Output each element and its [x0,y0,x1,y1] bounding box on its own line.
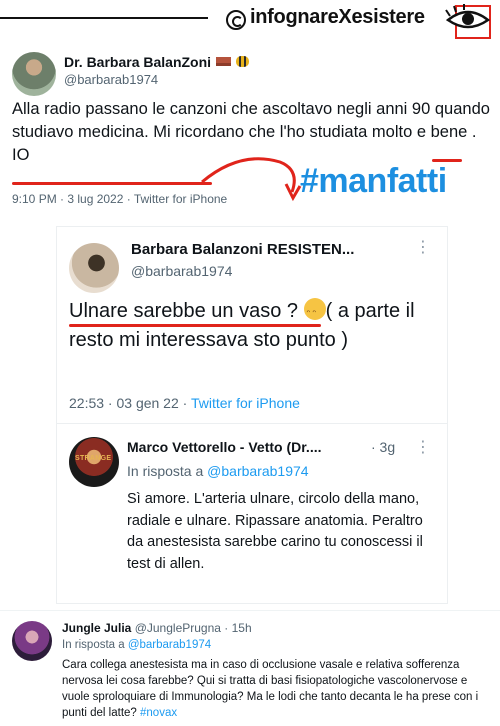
annotation-underline [12,182,212,185]
avatar[interactable] [12,621,52,661]
avatar[interactable] [12,52,56,96]
avatar-label: STRANGE [75,455,112,462]
reply-context: In risposta a @barbarab1974 [127,463,309,479]
quoted-tweet-meta: 22:53 · 03 gen 22 · Twitter for iPhone [69,395,300,411]
avatar [69,243,119,293]
hashtag-link[interactable]: #novax [140,707,177,719]
circle-c-icon [226,10,246,30]
tweet-meta[interactable]: 9:10 PM · 3 lug 2022 · Twitter for iPhon… [12,192,227,206]
highlighted-phrase: Ulnare sarebbe un vaso [69,300,282,322]
bee-emoji-icon [236,56,250,67]
watermark-brand: infognareXesistere [250,6,425,28]
reply-text: Sì amore. L'arteria ulnare, circolo dell… [127,491,423,572]
annotation-underline [432,159,462,162]
eye-icon [445,4,491,39]
watermark-banner: infognareXesistere [0,0,500,39]
annotation-arrow-icon [201,157,302,202]
avatar [69,437,119,487]
brick-emoji-icon [216,57,232,66]
confounded-face-icon [303,298,326,328]
divider [57,423,447,424]
author-handle[interactable]: @barbarab1974 [64,72,158,87]
reply-context: In risposta a @barbarab1974 [62,639,212,651]
mention-link[interactable]: @barbarab1974 [128,639,211,651]
tweet-text: Cara collega anestesista ma in caso di o… [62,659,479,719]
author-handle: @barbarab1974 [131,263,233,279]
quoted-screenshot: Barbara Balanzoni RESISTEN... @barbarab1… [56,226,448,604]
author-name[interactable]: Jungle Julia @JunglePrugna · 15h [62,621,252,635]
overlay-hashtag: #manfatti [300,162,447,200]
annotation-underline [69,324,321,327]
reply-tweet[interactable]: Jungle Julia @JunglePrugna · 15h In risp… [0,610,500,726]
vertical-dots-icon: ⋮ [415,239,431,256]
reply-time: · 3g [371,439,396,455]
author-name: Barbara Balanzoni RESISTEN... [131,241,355,258]
watermark-rule [0,17,208,19]
vertical-dots-icon: ⋮ [415,439,431,456]
highlighted-phrase: l'ho studiata molto e bene [279,123,468,141]
reply-author-name: Marco Vettorello - Vetto (Dr.... [127,439,322,455]
author-name[interactable]: Dr. Barbara BalanZoni [64,54,250,70]
